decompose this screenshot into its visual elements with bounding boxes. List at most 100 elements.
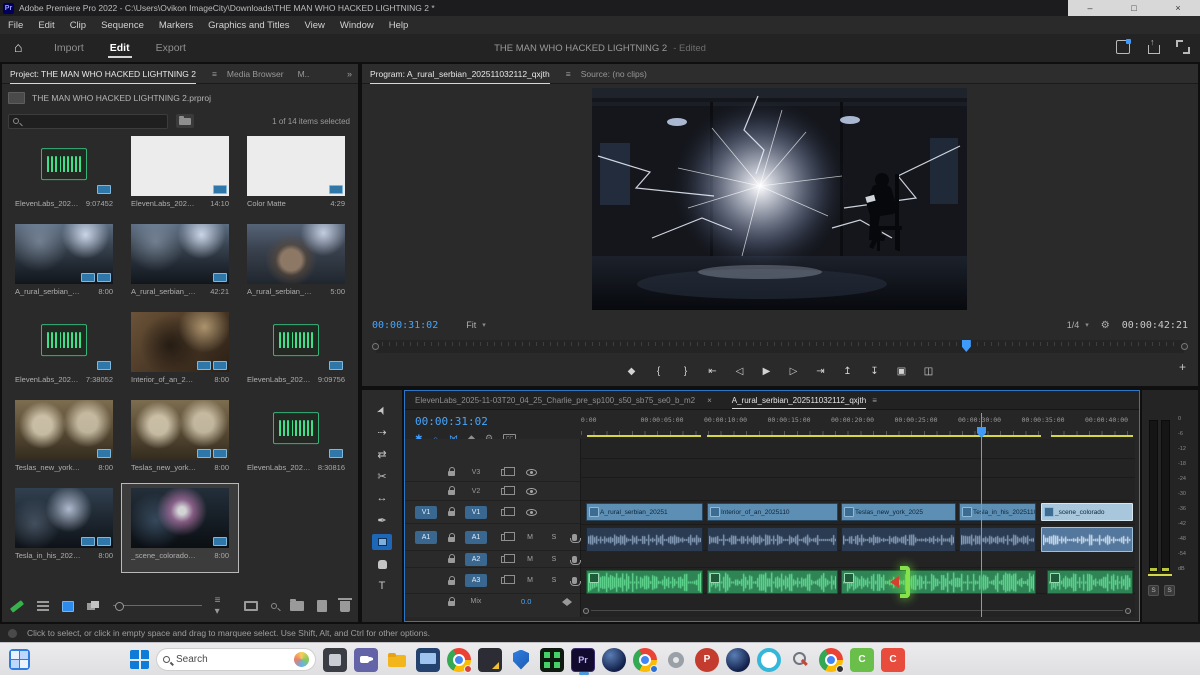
- menu-item-clip[interactable]: Clip: [70, 20, 86, 31]
- program-video-frame[interactable]: [592, 88, 967, 310]
- new-bin-icon[interactable]: [290, 601, 304, 611]
- green-grid-app-icon[interactable]: [540, 648, 564, 672]
- find-icon[interactable]: [271, 603, 277, 609]
- sync-lock-icon[interactable]: [501, 556, 510, 563]
- source-patch-a1[interactable]: A1: [415, 531, 437, 544]
- project-search-input[interactable]: [23, 116, 163, 127]
- project-item[interactable]: Interior_of_an_202511... 8:00: [122, 308, 238, 396]
- mix-gain-value[interactable]: 0.0: [521, 597, 531, 606]
- menu-item-markers[interactable]: Markers: [159, 20, 193, 31]
- project-item[interactable]: Tesla_in_his_2025110... 8:00: [6, 484, 122, 572]
- restore-button[interactable]: □: [1119, 0, 1149, 16]
- file-explorer-icon[interactable]: [385, 648, 409, 672]
- quick-export-icon[interactable]: [1116, 40, 1130, 54]
- solo-button-a3[interactable]: S: [550, 577, 558, 584]
- tab-source[interactable]: Source: (no clips): [581, 69, 647, 79]
- slip-tool[interactable]: ↔: [372, 490, 392, 506]
- sync-lock-icon[interactable]: [501, 509, 510, 516]
- monitor-settings-wrench-icon[interactable]: ⚙: [1101, 320, 1110, 331]
- track-lock-v1[interactable]: [443, 508, 459, 516]
- meter-solo-right-button[interactable]: S: [1164, 585, 1175, 596]
- chrome-pin-icon[interactable]: [447, 648, 471, 672]
- dark-orb-icon[interactable]: [602, 648, 626, 672]
- menu-item-view[interactable]: View: [305, 20, 325, 31]
- timeline-video-clip[interactable]: Teslas_new_york_2025: [841, 503, 956, 521]
- project-item[interactable]: Teslas_new_york_202... 8:00: [122, 396, 238, 484]
- icon-view-icon[interactable]: [62, 601, 75, 612]
- project-item[interactable]: A_rural_serbian_2025... 8:00: [6, 220, 122, 308]
- step-forward-button[interactable]: ▷: [788, 366, 800, 377]
- track-name-a2[interactable]: A2: [465, 553, 487, 566]
- timeline-timecode[interactable]: 00:00:31:02: [415, 415, 488, 428]
- project-item[interactable]: ElevenLabs_2025-... 7:38052: [6, 308, 122, 396]
- track-output-eye-icon[interactable]: [526, 488, 537, 495]
- timeline-video-clip[interactable]: Interior_of_an_2025110: [707, 503, 838, 521]
- go-to-in-button[interactable]: ⇤: [707, 366, 719, 377]
- cyan-ring-icon[interactable]: [757, 648, 781, 672]
- scrubber-right-handle[interactable]: [1181, 343, 1188, 350]
- track-output-eye-icon[interactable]: [526, 469, 537, 476]
- track-name-v1[interactable]: V1: [465, 506, 487, 519]
- timeline-horizontal-scrollbar[interactable]: [583, 608, 1131, 613]
- sort-icon[interactable]: ≡ ▾: [215, 595, 231, 617]
- project-item[interactable]: Teslas_new_york_202... 8:00: [6, 396, 122, 484]
- tab-more[interactable]: M..: [298, 69, 310, 79]
- ripple-edit-tool[interactable]: ⇄: [372, 446, 392, 462]
- timeline-voiceover-clip[interactable]: [841, 570, 1036, 594]
- timeline-audio-clip[interactable]: [1041, 527, 1133, 552]
- start-button[interactable]: [130, 650, 149, 669]
- automate-to-sequence-icon[interactable]: [244, 601, 258, 611]
- comparison-view-button[interactable]: ◫: [923, 366, 935, 377]
- tool-picker-icon[interactable]: [788, 648, 812, 672]
- mark-in-button[interactable]: {: [653, 366, 665, 377]
- timeline-video-clip[interactable]: Tesla_in_his_20251103: [959, 503, 1036, 521]
- voiceover-record-mic-icon[interactable]: [572, 556, 577, 563]
- zoom-level-dropdown[interactable]: Fit ▾: [466, 320, 486, 330]
- timeline-audio-clip[interactable]: [707, 527, 838, 552]
- timeline-audio-clip[interactable]: [959, 527, 1036, 552]
- project-item[interactable]: A_rural_serbian_202... 42:21: [122, 220, 238, 308]
- taskview-icon[interactable]: [323, 648, 347, 672]
- playhead-line[interactable]: [981, 413, 982, 617]
- freeform-view-icon[interactable]: [87, 601, 100, 611]
- mute-button-a1[interactable]: M: [526, 534, 534, 541]
- menu-item-edit[interactable]: Edit: [38, 20, 54, 31]
- project-item[interactable]: Color Matte 4:29: [238, 132, 354, 220]
- extract-button[interactable]: ↧: [869, 366, 881, 377]
- lift-button[interactable]: ↥: [842, 366, 854, 377]
- scrollbar-right-handle[interactable]: [1125, 608, 1131, 614]
- rectangle-tool[interactable]: [372, 534, 392, 550]
- clear-trash-icon[interactable]: [340, 601, 350, 612]
- playback-resolution-dropdown[interactable]: 1/4 ▾: [1067, 320, 1089, 330]
- project-item[interactable]: _scene_colorado_2025... 8:00: [122, 484, 238, 572]
- chat-icon[interactable]: [354, 648, 378, 672]
- tab-project[interactable]: Project: THE MAN WHO HACKED LIGHTNING 2: [10, 69, 196, 79]
- chrome-dark-icon[interactable]: [819, 648, 843, 672]
- hand-tool[interactable]: [372, 556, 392, 572]
- timeline-video-clip[interactable]: _scene_colorado: [1041, 503, 1133, 521]
- track-name-a1[interactable]: A1: [465, 531, 487, 544]
- program-scrubber[interactable]: [376, 340, 1184, 353]
- project-item[interactable]: ElevenLabs_2025-... 8:30816: [238, 396, 354, 484]
- type-tool[interactable]: T: [372, 578, 392, 594]
- track-lock-v2[interactable]: [443, 487, 459, 495]
- track-name-a3[interactable]: A3: [465, 574, 487, 587]
- fullscreen-icon[interactable]: [1176, 40, 1190, 54]
- minimize-button[interactable]: –: [1075, 0, 1105, 16]
- list-view-icon[interactable]: [37, 601, 49, 611]
- red-c-icon[interactable]: C: [881, 648, 905, 672]
- project-bin-row[interactable]: THE MAN WHO HACKED LIGHTNING 2.prproj: [8, 88, 211, 108]
- razor-tool[interactable]: ✂: [372, 468, 392, 484]
- scrubber-left-handle[interactable]: [372, 343, 379, 350]
- new-item-icon[interactable]: [317, 600, 327, 612]
- timeline-voiceover-clip[interactable]: [707, 570, 838, 594]
- voiceover-record-mic-icon[interactable]: [572, 534, 577, 541]
- settings-gear-icon[interactable]: [664, 648, 688, 672]
- sync-lock-icon[interactable]: [501, 469, 510, 476]
- home-icon[interactable]: ⌂: [14, 39, 22, 55]
- tab-overflow-chevron[interactable]: »: [347, 69, 352, 79]
- pen-tool[interactable]: ✒: [372, 512, 392, 528]
- solo-button-a2[interactable]: S: [550, 556, 558, 563]
- dark-app-icon[interactable]: [478, 648, 502, 672]
- sync-lock-icon[interactable]: [501, 534, 510, 541]
